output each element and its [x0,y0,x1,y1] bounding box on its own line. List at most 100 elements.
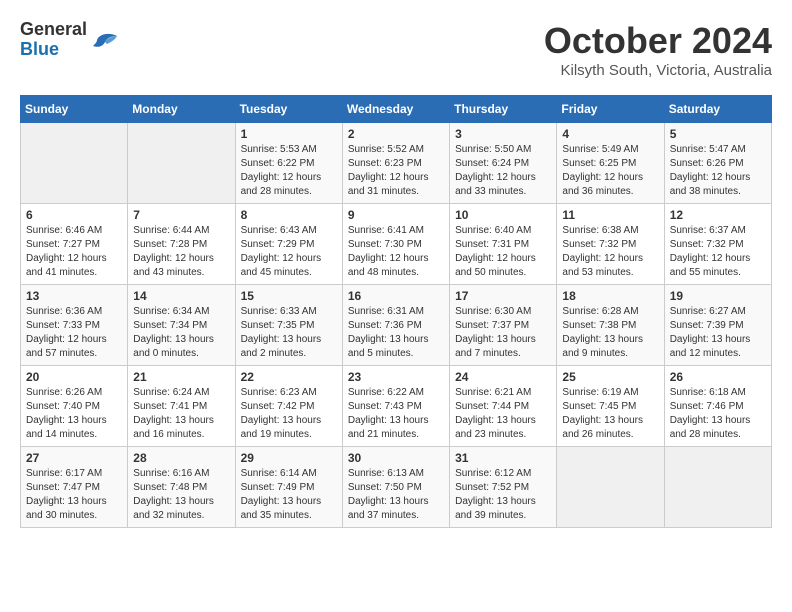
day-info: Sunrise: 6:44 AM Sunset: 7:28 PM Dayligh… [133,224,229,280]
day-info: Sunrise: 6:26 AM Sunset: 7:40 PM Dayligh… [26,386,122,442]
calendar-cell [664,447,771,528]
calendar-cell: 1 Sunrise: 5:53 AM Sunset: 6:22 PM Daylig… [235,123,342,204]
day-number: 23 [348,370,444,384]
day-number: 14 [133,289,229,303]
calendar-cell: 7 Sunrise: 6:44 AM Sunset: 7:28 PM Daylig… [128,204,235,285]
day-info: Sunrise: 5:50 AM Sunset: 6:24 PM Dayligh… [455,143,551,199]
calendar-cell [557,447,664,528]
calendar-cell: 9 Sunrise: 6:41 AM Sunset: 7:30 PM Daylig… [342,204,449,285]
day-info: Sunrise: 6:34 AM Sunset: 7:34 PM Dayligh… [133,305,229,361]
calendar-cell: 18 Sunrise: 6:28 AM Sunset: 7:38 PM Dayli… [557,285,664,366]
day-number: 24 [455,370,551,384]
calendar-cell: 3Sunrise: 5:50 AM Sunset: 6:24 PM Daylig… [450,123,557,204]
calendar-cell [21,123,128,204]
calendar-cell: 27 Sunrise: 6:17 AM Sunset: 7:47 PM Dayli… [21,447,128,528]
day-info: Sunrise: 6:41 AM Sunset: 7:30 PM Dayligh… [348,224,444,280]
day-number: 16 [348,289,444,303]
day-number: 26 [670,370,766,384]
day-number: 11 [562,208,658,222]
day-info: Sunrise: 6:18 AM Sunset: 7:46 PM Dayligh… [670,386,766,442]
calendar-cell: 2 Sunrise: 5:52 AM Sunset: 6:23 PM Daylig… [342,123,449,204]
day-number: 19 [670,289,766,303]
day-number: 28 [133,451,229,465]
day-info: Sunrise: 5:49 AM Sunset: 6:25 PM Dayligh… [562,143,658,199]
calendar-cell: 11 Sunrise: 6:38 AM Sunset: 7:32 PM Dayli… [557,204,664,285]
calendar-week-row: 27 Sunrise: 6:17 AM Sunset: 7:47 PM Dayli… [21,447,772,528]
title-block: October 2024 Kilsyth South, Victoria, Au… [544,20,772,79]
day-info: Sunrise: 6:33 AM Sunset: 7:35 PM Dayligh… [241,305,337,361]
calendar-cell: 23 Sunrise: 6:22 AM Sunset: 7:43 PM Dayli… [342,366,449,447]
calendar-table: SundayMondayTuesdayWednesdayThursdayFrid… [20,95,772,528]
location-subtitle: Kilsyth South, Victoria, Australia [544,62,772,79]
day-number: 30 [348,451,444,465]
month-title: October 2024 [544,20,772,62]
day-number: 18 [562,289,658,303]
weekday-header-tuesday: Tuesday [235,96,342,123]
page-header: General Blue October 2024 Kilsyth South,… [20,20,772,79]
day-info: Sunrise: 6:21 AM Sunset: 7:44 PM Dayligh… [455,386,551,442]
day-info: Sunrise: 6:30 AM Sunset: 7:37 PM Dayligh… [455,305,551,361]
day-number: 9 [348,208,444,222]
day-number: 5 [670,127,766,141]
weekday-header-friday: Friday [557,96,664,123]
day-number: 21 [133,370,229,384]
day-info: Sunrise: 6:19 AM Sunset: 7:45 PM Dayligh… [562,386,658,442]
day-info: Sunrise: 6:28 AM Sunset: 7:38 PM Dayligh… [562,305,658,361]
day-info: Sunrise: 6:12 AM Sunset: 7:52 PM Dayligh… [455,467,551,523]
weekday-header-monday: Monday [128,96,235,123]
calendar-cell: 28 Sunrise: 6:16 AM Sunset: 7:48 PM Dayli… [128,447,235,528]
day-number: 7 [133,208,229,222]
calendar-week-row: 20Sunrise: 6:26 AM Sunset: 7:40 PM Dayli… [21,366,772,447]
logo-bird-icon [89,26,119,54]
day-number: 6 [26,208,122,222]
day-number: 27 [26,451,122,465]
day-info: Sunrise: 6:31 AM Sunset: 7:36 PM Dayligh… [348,305,444,361]
calendar-week-row: 1 Sunrise: 5:53 AM Sunset: 6:22 PM Daylig… [21,123,772,204]
calendar-cell: 12 Sunrise: 6:37 AM Sunset: 7:32 PM Dayli… [664,204,771,285]
day-info: Sunrise: 6:23 AM Sunset: 7:42 PM Dayligh… [241,386,337,442]
weekday-header-sunday: Sunday [21,96,128,123]
day-info: Sunrise: 6:37 AM Sunset: 7:32 PM Dayligh… [670,224,766,280]
day-number: 22 [241,370,337,384]
day-info: Sunrise: 6:40 AM Sunset: 7:31 PM Dayligh… [455,224,551,280]
calendar-cell: 15 Sunrise: 6:33 AM Sunset: 7:35 PM Dayli… [235,285,342,366]
weekday-header-row: SundayMondayTuesdayWednesdayThursdayFrid… [21,96,772,123]
day-info: Sunrise: 6:14 AM Sunset: 7:49 PM Dayligh… [241,467,337,523]
day-number: 17 [455,289,551,303]
calendar-cell: 6Sunrise: 6:46 AM Sunset: 7:27 PM Daylig… [21,204,128,285]
calendar-cell: 24 Sunrise: 6:21 AM Sunset: 7:44 PM Dayli… [450,366,557,447]
calendar-cell: 8 Sunrise: 6:43 AM Sunset: 7:29 PM Daylig… [235,204,342,285]
day-number: 2 [348,127,444,141]
calendar-cell: 5Sunrise: 5:47 AM Sunset: 6:26 PM Daylig… [664,123,771,204]
calendar-cell: 19Sunrise: 6:27 AM Sunset: 7:39 PM Dayli… [664,285,771,366]
logo-text: General Blue [20,20,87,60]
day-info: Sunrise: 6:22 AM Sunset: 7:43 PM Dayligh… [348,386,444,442]
calendar-cell: 17 Sunrise: 6:30 AM Sunset: 7:37 PM Dayli… [450,285,557,366]
weekday-header-saturday: Saturday [664,96,771,123]
weekday-header-wednesday: Wednesday [342,96,449,123]
day-info: Sunrise: 6:16 AM Sunset: 7:48 PM Dayligh… [133,467,229,523]
day-info: Sunrise: 6:24 AM Sunset: 7:41 PM Dayligh… [133,386,229,442]
day-number: 15 [241,289,337,303]
calendar-cell: 30Sunrise: 6:13 AM Sunset: 7:50 PM Dayli… [342,447,449,528]
day-number: 31 [455,451,551,465]
day-info: Sunrise: 5:52 AM Sunset: 6:23 PM Dayligh… [348,143,444,199]
day-number: 1 [241,127,337,141]
day-number: 10 [455,208,551,222]
calendar-cell: 21 Sunrise: 6:24 AM Sunset: 7:41 PM Dayli… [128,366,235,447]
day-number: 12 [670,208,766,222]
calendar-week-row: 6Sunrise: 6:46 AM Sunset: 7:27 PM Daylig… [21,204,772,285]
day-info: Sunrise: 6:43 AM Sunset: 7:29 PM Dayligh… [241,224,337,280]
logo-blue: Blue [20,40,87,60]
calendar-cell [128,123,235,204]
day-info: Sunrise: 5:53 AM Sunset: 6:22 PM Dayligh… [241,143,337,199]
calendar-cell: 20Sunrise: 6:26 AM Sunset: 7:40 PM Dayli… [21,366,128,447]
day-number: 8 [241,208,337,222]
day-info: Sunrise: 6:38 AM Sunset: 7:32 PM Dayligh… [562,224,658,280]
calendar-week-row: 13Sunrise: 6:36 AM Sunset: 7:33 PM Dayli… [21,285,772,366]
day-info: Sunrise: 6:17 AM Sunset: 7:47 PM Dayligh… [26,467,122,523]
weekday-header-thursday: Thursday [450,96,557,123]
calendar-cell: 16 Sunrise: 6:31 AM Sunset: 7:36 PM Dayli… [342,285,449,366]
day-info: Sunrise: 6:36 AM Sunset: 7:33 PM Dayligh… [26,305,122,361]
calendar-cell: 14 Sunrise: 6:34 AM Sunset: 7:34 PM Dayli… [128,285,235,366]
